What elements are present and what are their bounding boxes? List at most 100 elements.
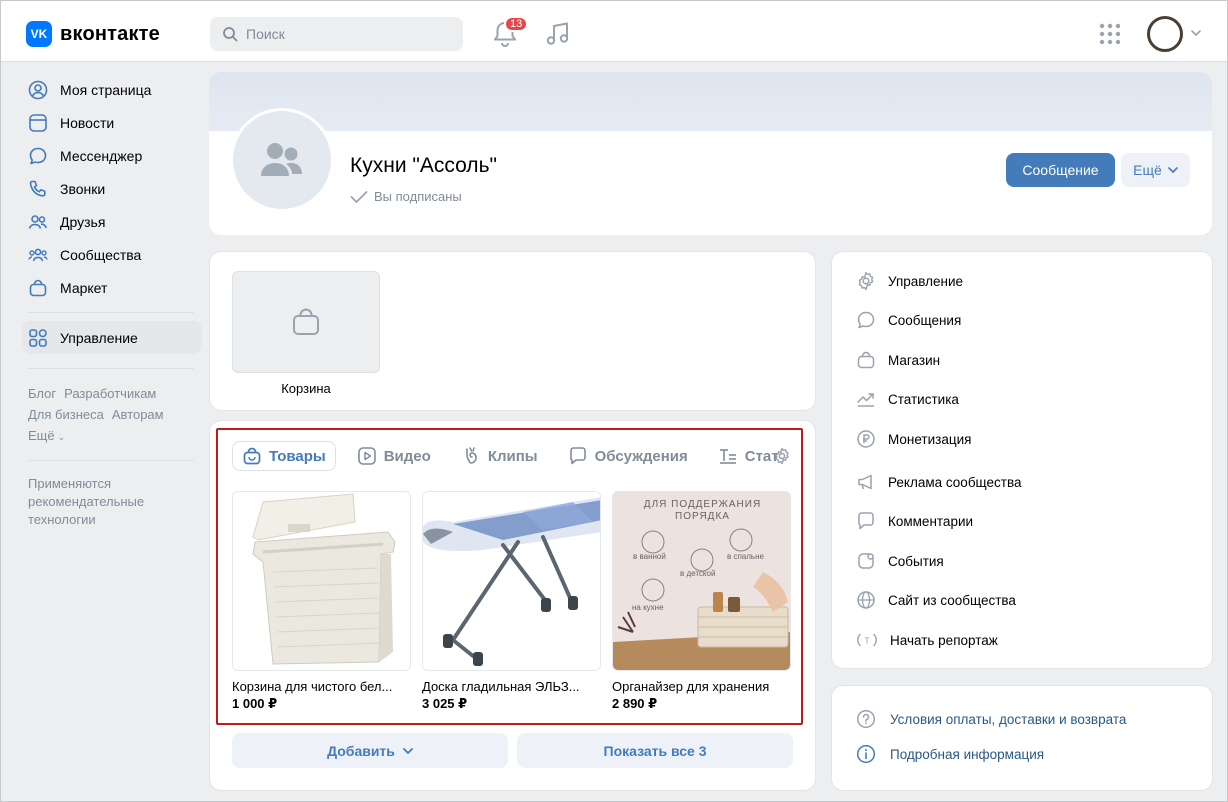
sidebar-item-my-page[interactable]: Моя страница [22,73,202,106]
vk-logo[interactable]: VK вконтакте [26,21,160,47]
chevron-down-icon[interactable] [1191,30,1201,36]
menu-item-comments[interactable]: Комментарии [856,511,973,531]
show-all-button[interactable]: Показать все 3 [517,733,793,768]
organizer-headline-line-2: ПОРЯДКА [675,511,730,522]
menu-item-events[interactable]: События [856,551,944,571]
tab-label: Обсуждения [594,447,688,465]
newsfeed-icon [28,113,48,133]
phone-icon [28,179,48,199]
sidebar-item-communities[interactable]: Сообщества [22,238,202,271]
menu-item-label: Монетизация [888,431,972,447]
event-icon [856,551,876,571]
product-image-organizer: ДЛЯ ПОДДЕРЖАНИЯ ПОРЯДКА в ванной в детск… [612,491,791,671]
sidebar-divider [28,460,194,461]
tab-discussions[interactable]: Обсуждения [559,441,697,471]
menu-item-label: Сайт из сообщества [888,592,1016,608]
sidebar-item-calls[interactable]: Звонки [22,172,202,205]
footer-link-authors[interactable]: Авторам [112,407,164,422]
sidebar-item-label: Маркет [60,279,108,296]
menu-item-manage[interactable]: Управление [856,271,963,291]
menu-item-monetization[interactable]: Монетизация [856,429,971,449]
svg-text:T: T [864,637,870,646]
message-icon [856,310,876,330]
gear-icon[interactable] [773,447,791,465]
search-input[interactable] [246,26,446,42]
info-link-details[interactable]: Подробная информация [856,744,1044,764]
menu-item-label: Реклама сообщества [888,474,1022,490]
more-actions-button[interactable]: Ещё [1121,153,1190,187]
music-icon[interactable] [545,21,571,47]
organizer-label: в спальне [727,552,764,561]
subscription-status-label: Вы подписаны [374,189,462,204]
subscription-status[interactable]: Вы подписаны [350,189,462,204]
organizer-label: в детской [680,569,716,578]
menu-item-messages[interactable]: Сообщения [856,310,961,330]
article-icon [718,446,738,466]
left-sidebar: Моя страница Новости Мессенджер Звонки Д… [22,73,202,529]
group-avatar[interactable] [230,108,334,212]
apps-grid-icon[interactable] [1099,23,1121,45]
discussion-icon [568,446,588,466]
info-link-label: Подробная информация [890,746,1045,762]
footer-link-blog[interactable]: Блог [28,386,56,401]
footer-link-business[interactable]: Для бизнеса [28,407,104,422]
clips-icon [461,446,481,466]
sidebar-item-label: Новости [60,114,115,131]
menu-item-label: Сообщения [888,312,962,328]
footer-link-developers[interactable]: Разработчикам [64,386,156,401]
organizer-label: в ванной [633,552,666,561]
product-price: 1 000 ₽ [232,696,278,711]
shop-bag-icon [856,350,876,370]
megaphone-icon [856,472,876,492]
chevron-down-icon [403,747,413,754]
user-avatar[interactable] [1147,16,1183,52]
recommendation-note: Применяются рекомендательные технологии [28,476,145,527]
group-actions-menu: Управление Сообщения Магазин Статистика … [831,251,1213,669]
message-icon [28,146,48,166]
tab-clips[interactable]: Клипы [452,441,547,471]
search-box[interactable] [210,17,463,51]
sidebar-item-label: Друзья [60,213,106,230]
sidebar-item-label: Сообщества [60,246,142,263]
menu-item-statistics[interactable]: Статистика [856,389,959,409]
product-title: Корзина для чистого бел... [232,679,393,694]
menu-item-website[interactable]: Сайт из сообщества [856,590,1016,610]
message-button[interactable]: Сообщение [1006,153,1115,187]
tab-goods[interactable]: Товары [232,441,336,471]
product-price: 3 025 ₽ [422,696,468,711]
add-button[interactable]: Добавить [232,733,508,768]
cart-album[interactable] [232,271,380,373]
top-header: VK вконтакте 13 [1,1,1227,62]
content-tabs: Товары Видео Клипы Обсуждения Стат [232,440,792,472]
menu-item-label: Комментарии [888,513,974,529]
menu-item-ads[interactable]: Реклама сообщества [856,472,1021,492]
menu-item-label: Статистика [888,391,959,407]
organizer-headline-line-1: ДЛЯ ПОДДЕРЖАНИЯ [643,499,762,510]
sidebar-divider [28,312,194,313]
gear-icon [856,271,876,291]
tab-video[interactable]: Видео [348,441,440,471]
sidebar-item-news[interactable]: Новости [22,106,202,139]
shopping-bag-icon [291,307,321,337]
info-link-label: Условия оплаты, доставки и возврата [890,711,1127,727]
sidebar-item-manage[interactable]: Управление [22,321,202,354]
video-icon [357,446,377,466]
organizer-headline: ДЛЯ ПОДДЕРЖАНИЯ ПОРЯДКА [613,499,790,523]
menu-item-shop[interactable]: Магазин [856,350,940,370]
sidebar-item-friends[interactable]: Друзья [22,205,202,238]
product-card-laundry-basket[interactable]: Корзина для чистого бел... 1 000 ₽ [232,491,411,712]
menu-item-broadcast[interactable]: T Начать репортаж [856,630,998,650]
product-card-ironing-board[interactable]: Доска гладильная ЭЛЬЗ... 3 025 ₽ [422,491,601,712]
sidebar-footer-links: Блог Разработчикам Для бизнеса Авторам Ещё… [22,383,202,448]
info-link-payment-terms[interactable]: Условия оплаты, доставки и возврата [856,709,1126,729]
cart-label[interactable]: Корзина [232,381,380,396]
sidebar-item-label: Управление [60,329,138,346]
product-card-organizer[interactable]: ДЛЯ ПОДДЕРЖАНИЯ ПОРЯДКА в ванной в детск… [612,491,791,712]
sidebar-item-messenger[interactable]: Мессенджер [22,139,202,172]
product-price: 2 890 ₽ [612,696,658,711]
add-button-label: Добавить [327,742,395,759]
group-info-card: Условия оплаты, доставки и возврата Подр… [831,685,1213,791]
sidebar-item-market[interactable]: Маркет [22,271,202,304]
chart-icon [856,389,876,409]
footer-link-more[interactable]: Ещё ⌄ [28,428,65,443]
